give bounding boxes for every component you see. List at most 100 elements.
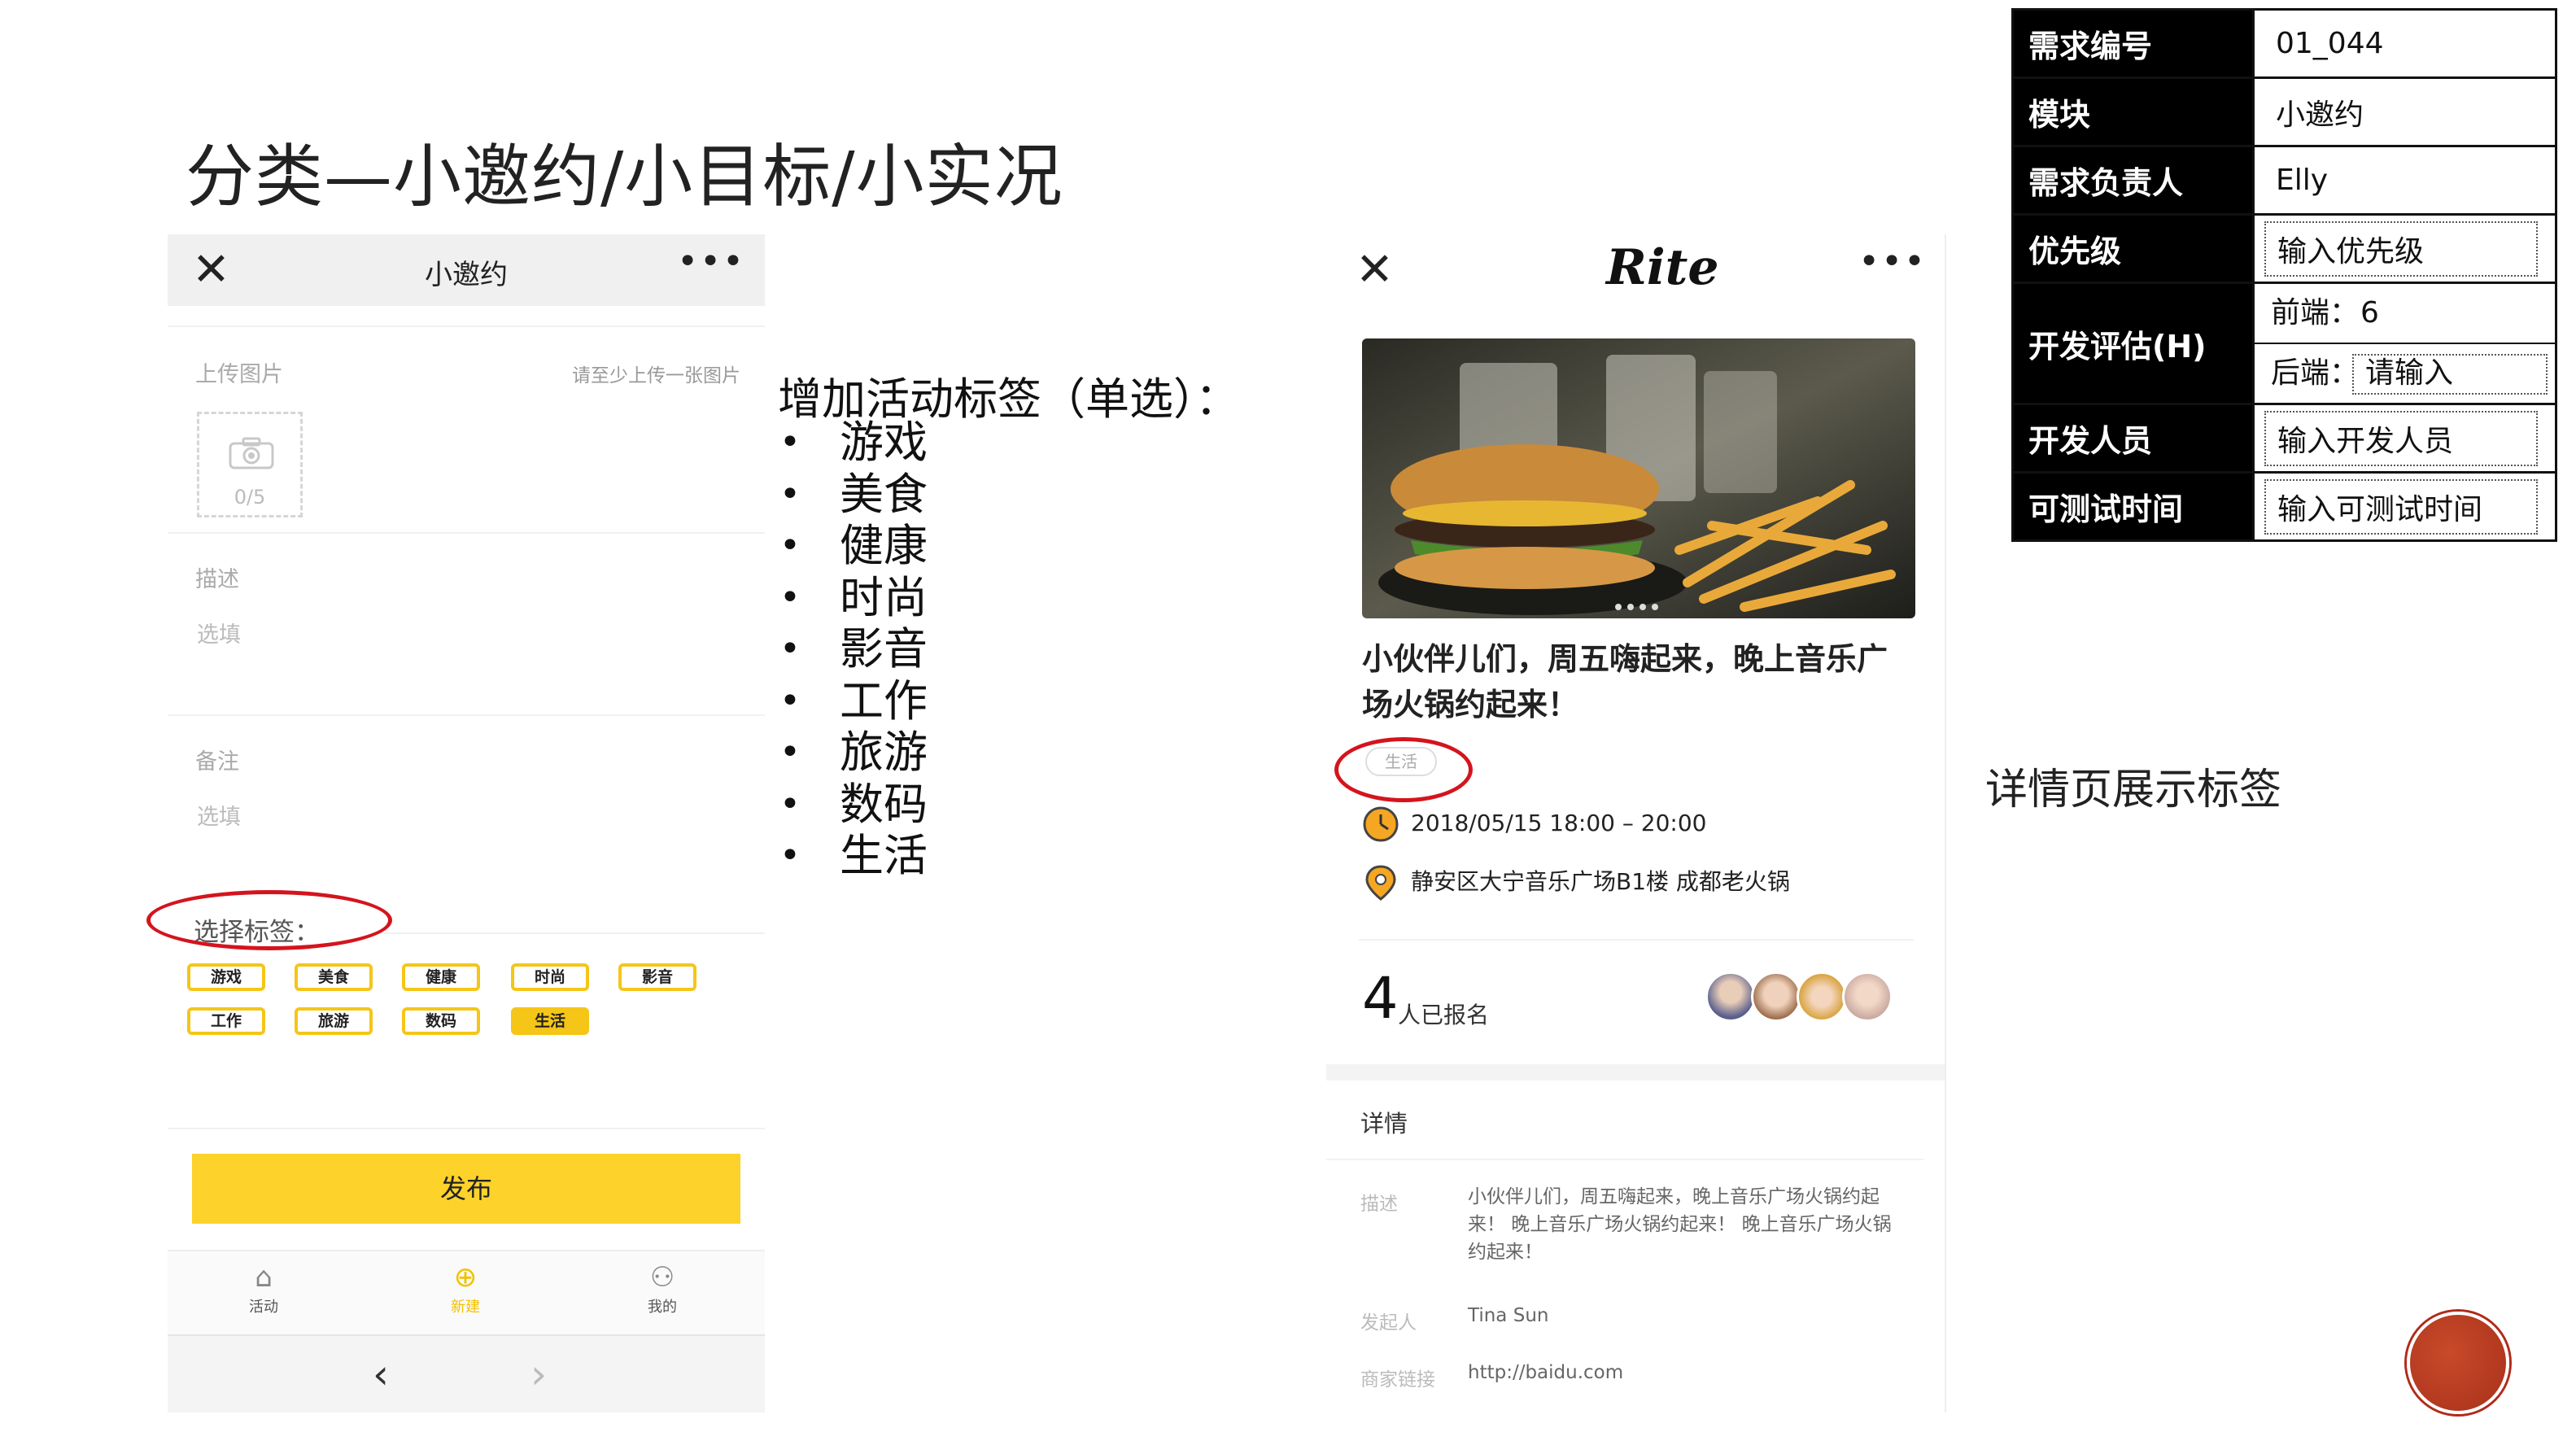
upload-count: 0/5 — [234, 486, 266, 509]
table-row: 优先级 输入优先级 — [2011, 213, 2557, 284]
table-key: 优先级 — [2011, 213, 2255, 284]
priority-cell: 输入优先级 — [2252, 213, 2557, 284]
divider — [1326, 1159, 1923, 1160]
section-gap — [1326, 1064, 1945, 1081]
test-time-input[interactable]: 输入可测试时间 — [2264, 478, 2538, 535]
details-heading: 详情 — [1360, 1110, 1408, 1137]
tab-activities[interactable]: ⌂ 活动 — [215, 1260, 312, 1316]
remark-label: 备注 — [195, 749, 239, 775]
event-photo — [1362, 338, 1915, 618]
upload-label: 上传图片 — [195, 362, 283, 387]
tab-label: 我的 — [648, 1299, 677, 1316]
nav-bar: ✕ 小邀约 ••• — [168, 234, 765, 306]
table-key: 需求编号 — [2011, 8, 2255, 79]
table-row: 需求负责人 Elly — [2011, 145, 2557, 216]
home-icon: ⌂ — [255, 1261, 273, 1294]
tab-label: 活动 — [249, 1299, 278, 1316]
divider — [371, 932, 765, 934]
upload-image-button[interactable]: 0/5 — [197, 412, 303, 517]
tag-option-selected[interactable]: 生活 — [511, 1007, 589, 1035]
remark-input[interactable]: 选填 — [197, 799, 241, 831]
divider — [168, 714, 765, 716]
divider — [168, 532, 765, 534]
table-key: 开发评估(H) — [2011, 282, 2255, 405]
table-row: 模块 小邀约 — [2011, 76, 2557, 147]
decorative-dot — [2407, 1312, 2509, 1414]
avatar[interactable] — [1842, 971, 1893, 1022]
list-item: 健康 — [778, 520, 928, 572]
forward-icon[interactable]: › — [530, 1351, 547, 1398]
developer-input[interactable]: 输入开发人员 — [2264, 410, 2538, 466]
tab-mine[interactable]: ⚇ 我的 — [613, 1260, 711, 1316]
detail-organizer-label: 发起人 — [1360, 1312, 1417, 1334]
location-pin-icon — [1365, 865, 1396, 901]
divider — [168, 325, 765, 327]
requirement-table: 需求编号 01_044 模块 小邀约 需求负责人 Elly 优先级 输入优先级 … — [2011, 8, 2557, 542]
avatar[interactable] — [1705, 971, 1756, 1022]
event-location[interactable]: 静安区大宁音乐广场B1楼 成都老火锅 — [1362, 864, 1790, 902]
table-key: 可测试时间 — [2011, 471, 2255, 542]
backend-input[interactable]: 请输入 — [2352, 354, 2548, 395]
tab-label: 新建 — [451, 1299, 480, 1316]
signup-label: 人已报名 — [1398, 1002, 1490, 1028]
event-time-text: 2018/05/15 18:00 – 20:00 — [1411, 810, 1707, 836]
tag-option[interactable]: 游戏 — [187, 963, 265, 991]
developer-cell: 输入开发人员 — [2252, 403, 2557, 474]
backend-row: 后端： 请输入 — [2255, 344, 2555, 403]
tag-option[interactable]: 数码 — [402, 1007, 480, 1035]
detail-organizer-value: Tina Sun — [1468, 1305, 1549, 1326]
backend-label: 后端： — [2271, 356, 2360, 390]
priority-input[interactable]: 输入优先级 — [2264, 220, 2538, 277]
table-value: 01_044 — [2252, 8, 2557, 79]
event-detail-screen: ✕ Rite ••• 小伙伴儿们，周五嗨起来，晚上音乐广场火锅约起来！ 生活 2… — [1326, 234, 1946, 1412]
camera-icon — [229, 437, 274, 469]
more-icon[interactable]: ••• — [677, 241, 745, 282]
tag-list: 游戏 美食 健康 时尚 影音 工作 旅游 数码 生活 — [778, 417, 928, 882]
tab-new[interactable]: ⊕ 新建 — [417, 1260, 514, 1316]
list-item: 影音 — [778, 623, 928, 675]
list-item: 时尚 — [778, 572, 928, 624]
tag-option[interactable]: 时尚 — [511, 963, 589, 991]
avatar[interactable] — [1751, 971, 1801, 1022]
user-icon: ⚇ — [649, 1261, 675, 1294]
detail-desc-label: 描述 — [1360, 1194, 1398, 1215]
table-row: 开发评估(H) 前端： 6 后端： 请输入 — [2011, 282, 2557, 405]
tag-option[interactable]: 旅游 — [295, 1007, 373, 1035]
tag-option[interactable]: 健康 — [402, 963, 480, 991]
list-item: 生活 — [778, 830, 928, 882]
create-invite-screen: ✕ 小邀约 ••• 上传图片 请至少上传一张图片 0/5 描述 选填 备注 选填… — [168, 234, 765, 1412]
frontend-value[interactable]: 6 — [2360, 284, 2379, 343]
event-location-text: 静安区大宁音乐广场B1楼 成都老火锅 — [1411, 868, 1790, 895]
avatar[interactable] — [1797, 971, 1847, 1022]
tag-option[interactable]: 影音 — [618, 963, 696, 991]
publish-button[interactable]: 发布 — [192, 1154, 740, 1224]
detail-link-label: 商家链接 — [1360, 1369, 1435, 1391]
more-icon[interactable]: ••• — [1858, 241, 1927, 282]
signup-count: 4 — [1362, 965, 1399, 1032]
list-item: 美食 — [778, 469, 928, 521]
page-title: 小邀约 — [425, 259, 508, 291]
back-icon[interactable]: ‹ — [373, 1351, 389, 1398]
frontend-label: 前端： — [2271, 296, 2360, 330]
table-key: 模块 — [2011, 76, 2255, 147]
divider — [1359, 939, 1914, 941]
description-input[interactable]: 选填 — [197, 617, 241, 648]
list-item: 游戏 — [778, 417, 928, 469]
app-logo: Rite — [1606, 239, 1719, 296]
clock-icon — [1363, 806, 1399, 842]
close-icon[interactable]: ✕ — [1356, 244, 1394, 296]
highlight-ellipse — [1334, 737, 1473, 802]
caption: 详情页展示标签 — [1985, 766, 2282, 814]
description-label: 描述 — [195, 567, 239, 592]
plus-circle-icon: ⊕ — [453, 1261, 478, 1294]
table-row: 开发人员 输入开发人员 — [2011, 403, 2557, 474]
table-value: 小邀约 — [2252, 76, 2557, 147]
tag-option[interactable]: 美食 — [295, 963, 373, 991]
highlight-ellipse — [146, 890, 392, 950]
detail-link-value[interactable]: http://baidu.com — [1468, 1359, 1907, 1386]
tag-option[interactable]: 工作 — [187, 1007, 265, 1035]
list-item: 工作 — [778, 675, 928, 727]
divider — [1945, 234, 1946, 1412]
detail-desc-value: 小伙伴儿们，周五嗨起来，晚上音乐广场火锅约起来！ 晚上音乐广场火锅约起来！ 晚上… — [1468, 1186, 1892, 1263]
browser-toolbar: ‹ › — [168, 1334, 765, 1412]
